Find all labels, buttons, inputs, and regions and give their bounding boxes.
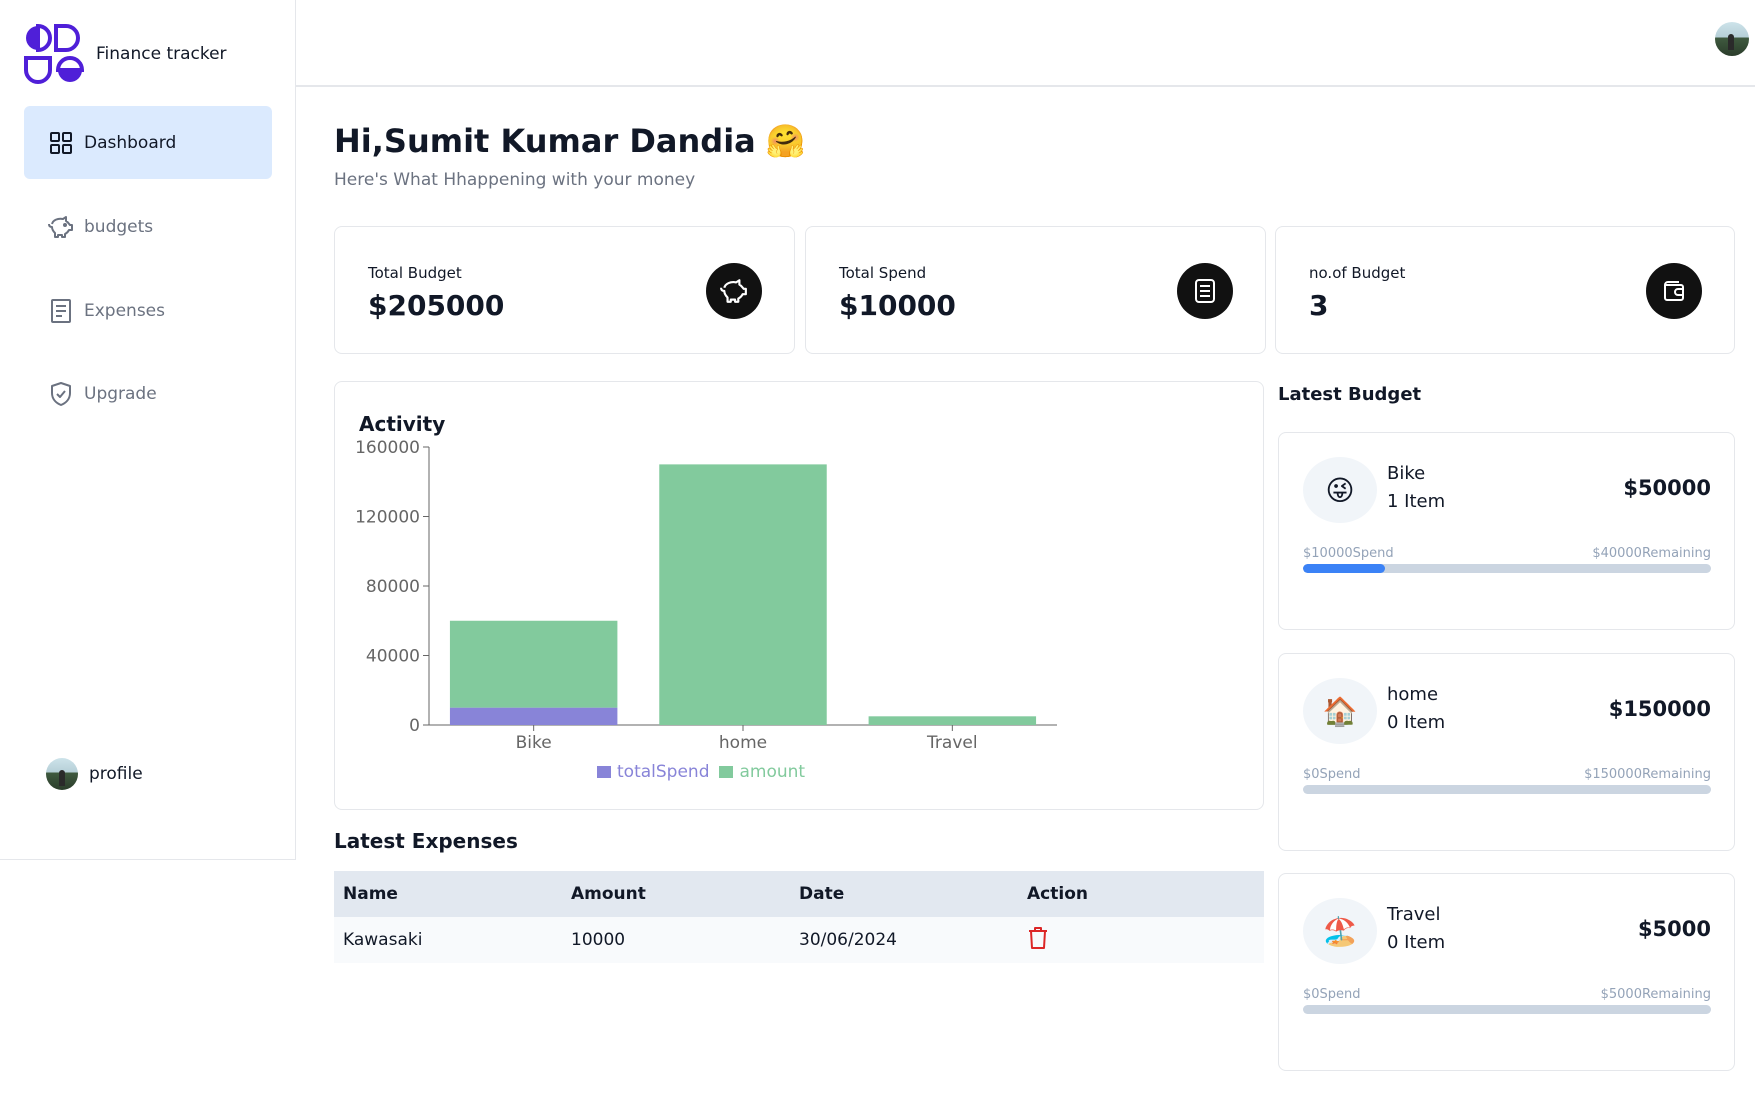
hugging-face-emoji-icon: 🤗 — [765, 122, 806, 160]
sidebar-item-dashboard[interactable]: Dashboard — [24, 106, 272, 179]
sidebar: Finance tracker Dashboard budgets Expens… — [0, 0, 296, 860]
budget-spend: $10000Spend — [1303, 546, 1394, 561]
dashboard-grid-icon — [48, 130, 74, 156]
app-name: Finance tracker — [96, 44, 227, 64]
expense-date: 30/06/2024 — [790, 917, 1018, 963]
profile-link[interactable]: profile — [46, 758, 143, 790]
budget-card-home[interactable]: 🏠 home 0 Item $150000 $0Spend $150000Rem… — [1278, 653, 1735, 851]
budget-amount: $50000 — [1623, 476, 1711, 500]
sidebar-item-budgets[interactable]: budgets — [24, 190, 272, 263]
activity-chart-card: Activity 0 40000 80000 120000 160000 Bike home… — [334, 381, 1264, 810]
stat-card-total-budget: Total Budget $205000 — [334, 226, 795, 354]
budget-item-count: 0 Item — [1387, 932, 1446, 953]
budget-remaining: $40000Remaining — [1592, 546, 1711, 561]
user-avatar-button[interactable] — [1715, 22, 1749, 56]
piggy-bank-icon — [706, 263, 762, 319]
column-header-amount: Amount — [562, 871, 790, 917]
x-tick-label: Travel — [926, 733, 978, 753]
sidebar-item-expenses[interactable]: Expenses — [24, 274, 272, 347]
receipt-icon — [48, 298, 74, 324]
y-tick-label: 80000 — [366, 577, 420, 597]
sidebar-item-label: Upgrade — [84, 383, 157, 404]
chart-legend: totalSpend amount — [597, 762, 815, 782]
budget-progress-fill — [1303, 564, 1385, 573]
y-tick-label: 120000 — [355, 508, 420, 528]
x-tick-label: home — [719, 733, 767, 753]
y-tick-label: 40000 — [366, 647, 420, 667]
budget-amount: $150000 — [1608, 697, 1711, 721]
budget-name: home — [1387, 684, 1439, 705]
delete-expense-button[interactable] — [1027, 926, 1049, 950]
budget-name: Travel — [1387, 904, 1441, 925]
profile-label: profile — [89, 764, 143, 784]
latest-expenses-title: Latest Expenses — [334, 829, 518, 853]
bar-amount-travel — [868, 716, 1037, 725]
budget-amount: $5000 — [1637, 917, 1711, 941]
latest-budget-title: Latest Budget — [1278, 384, 1422, 405]
budget-progress-bar — [1303, 564, 1711, 573]
brand[interactable]: Finance tracker — [24, 24, 227, 84]
stat-value: 3 — [1309, 289, 1329, 322]
table-header-row: Name Amount Date Action — [334, 871, 1264, 917]
expense-amount: 10000 — [562, 917, 790, 963]
column-header-name: Name — [334, 871, 562, 917]
receipt-icon — [1177, 263, 1233, 319]
column-header-action: Action — [1018, 871, 1264, 917]
budget-progress-bar — [1303, 785, 1711, 794]
table-row: Kawasaki 10000 30/06/2024 — [334, 917, 1264, 963]
shield-check-icon — [48, 381, 74, 407]
piggy-bank-icon — [48, 214, 74, 240]
budget-progress-bar — [1303, 1005, 1711, 1014]
column-header-date: Date — [790, 871, 1018, 917]
wallet-icon — [1646, 263, 1702, 319]
legend-item-amount: amount — [719, 762, 805, 782]
stat-label: Total Spend — [839, 264, 927, 282]
budget-card-bike[interactable]: 😜 Bike 1 Item $50000 $10000Spend $40000R… — [1278, 432, 1735, 630]
legend-label: amount — [739, 762, 806, 782]
bar-amount-bike — [449, 620, 618, 708]
stat-card-budget-count: no.of Budget 3 — [1275, 226, 1735, 354]
budget-spend: $0Spend — [1303, 987, 1361, 1002]
legend-item-totalspend: totalSpend — [597, 762, 709, 782]
budget-remaining: $5000Remaining — [1600, 987, 1711, 1002]
y-tick-label: 0 — [409, 716, 420, 736]
sidebar-item-label: budgets — [84, 216, 154, 237]
stat-label: no.of Budget — [1309, 264, 1406, 282]
page-title: Hi,Sumit Kumar Dandia 🤗 — [334, 122, 806, 160]
page-subtitle: Here's What Hhappening with your money — [334, 170, 696, 190]
expense-name: Kawasaki — [334, 917, 562, 963]
stat-value: $205000 — [368, 289, 505, 322]
beach-emoji-icon: 🏖️ — [1303, 898, 1377, 964]
expenses-table: Name Amount Date Action Kawasaki 10000 3… — [334, 871, 1264, 963]
budget-item-count: 1 Item — [1387, 491, 1446, 512]
top-bar — [296, 0, 1755, 87]
sidebar-item-label: Dashboard — [84, 132, 177, 153]
legend-swatch — [719, 766, 734, 778]
sidebar-item-upgrade[interactable]: Upgrade — [24, 357, 272, 430]
budget-name: Bike — [1387, 463, 1426, 484]
greeting-text: Hi,Sumit Kumar Dandia — [334, 122, 756, 160]
budget-spend: $0Spend — [1303, 767, 1361, 782]
zany-face-emoji-icon: 😜 — [1303, 457, 1377, 523]
app-logo-icon — [24, 24, 84, 84]
activity-chart: 0 40000 80000 120000 160000 Bike home Travel — [355, 438, 1057, 753]
budget-item-count: 0 Item — [1387, 712, 1446, 733]
avatar — [46, 758, 78, 790]
legend-label: totalSpend — [617, 762, 710, 782]
house-emoji-icon: 🏠 — [1303, 678, 1377, 744]
y-tick-label: 160000 — [355, 438, 420, 458]
budget-card-travel[interactable]: 🏖️ Travel 0 Item $5000 $0Spend $5000Rema… — [1278, 873, 1735, 1071]
stat-value: $10000 — [839, 289, 956, 322]
trash-icon — [1029, 926, 1047, 949]
stat-label: Total Budget — [368, 264, 462, 282]
stat-card-total-spend: Total Spend $10000 — [805, 226, 1266, 354]
budget-remaining: $150000Remaining — [1584, 767, 1711, 782]
bar-amount-home — [659, 464, 827, 725]
sidebar-item-label: Expenses — [84, 300, 165, 321]
legend-swatch — [597, 766, 611, 778]
x-tick-label: Bike — [516, 733, 552, 753]
bar-totalspend-bike — [449, 707, 618, 725]
expense-action-cell — [1018, 917, 1264, 963]
